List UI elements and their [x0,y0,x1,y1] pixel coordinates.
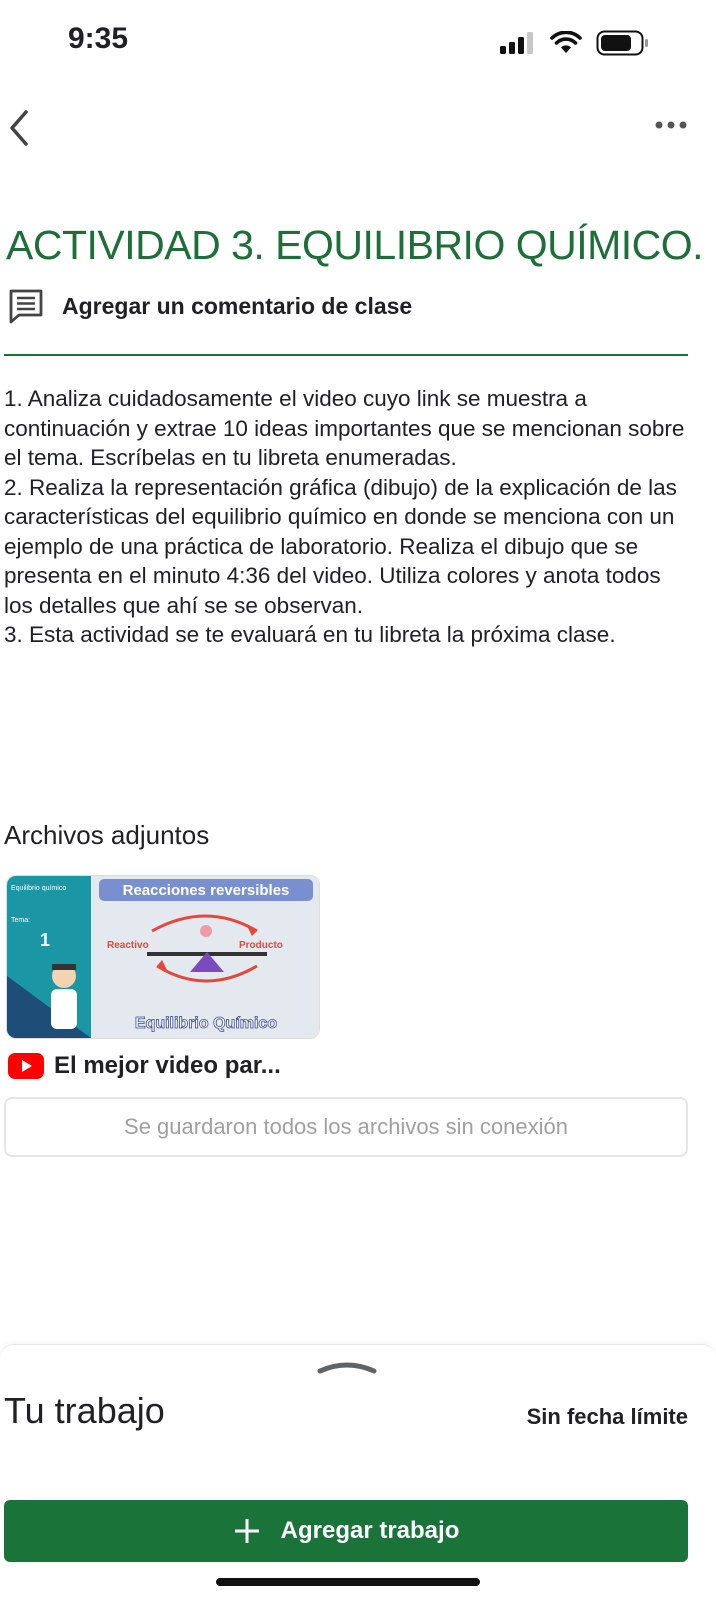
home-indicator[interactable] [216,1578,480,1586]
sheet-handle[interactable] [316,1358,378,1374]
offline-status-text: Se guardaron todos los archivos sin cone… [124,1114,568,1139]
instruction-item: 3. Esta actividad se te evaluará en tu l… [4,622,616,647]
back-button[interactable] [6,108,36,148]
attachments-title: Archivos adjuntos [4,820,210,850]
your-work-sheet [0,1344,716,1601]
offline-status-box: Se guardaron todos los archivos sin cone… [4,1097,688,1157]
due-date: Sin fecha límite [526,1404,688,1429]
thumb-left-label: Reactivo [107,940,149,951]
thumb-banner: Reacciones reversibles [123,882,290,899]
divider [4,354,688,356]
comment-icon [9,289,43,324]
thumb-footer: Equilibrio Químico [135,1015,277,1032]
battery-icon [596,30,648,56]
cellular-signal-icon [500,32,533,54]
status-time: 9:35 [68,22,129,55]
instruction-item: 1. Analiza cuidadosamente el video cuyo … [4,386,685,470]
add-class-comment[interactable]: Agregar un comentario de clase [8,288,412,324]
wifi-icon [550,31,582,53]
more-horizontal-icon [655,121,687,129]
add-work-button[interactable]: Agregar trabajo [4,1500,688,1562]
video-title: El mejor video par... [54,1052,281,1079]
video-link[interactable]: El mejor video par... [8,1052,281,1080]
class-comment-label: Agregar un comentario de clase [62,292,413,319]
instruction-item: 2. Realiza la representación gráfica (di… [4,474,677,618]
your-work-title: Tu trabajo [4,1390,165,1431]
chevron-left-icon [10,110,28,146]
add-work-label: Agregar trabajo [280,1517,460,1544]
video-thumbnail[interactable]: Equilibrio químico Tema: 1 Reacciones re… [6,875,320,1039]
thumb-right-label: Producto [239,940,283,951]
thumb-side-label: Equilibrio químico [11,885,66,892]
status-icons [500,30,650,56]
plus-icon [234,1519,259,1543]
more-options-button[interactable] [654,118,688,132]
assignment-title: ACTIVIDAD 3. EQUILIBRIO QUÍMICO. [6,222,704,268]
thumb-tema-number: 1 [40,930,50,950]
instructions: 1. Analiza cuidadosamente el video cuyo … [4,384,694,650]
thumb-tema-label: Tema: [11,917,30,924]
chevron-up-icon [317,1362,377,1374]
youtube-icon [8,1053,44,1079]
thumbnail-image: Equilibrio químico Tema: 1 Reacciones re… [7,876,319,1038]
